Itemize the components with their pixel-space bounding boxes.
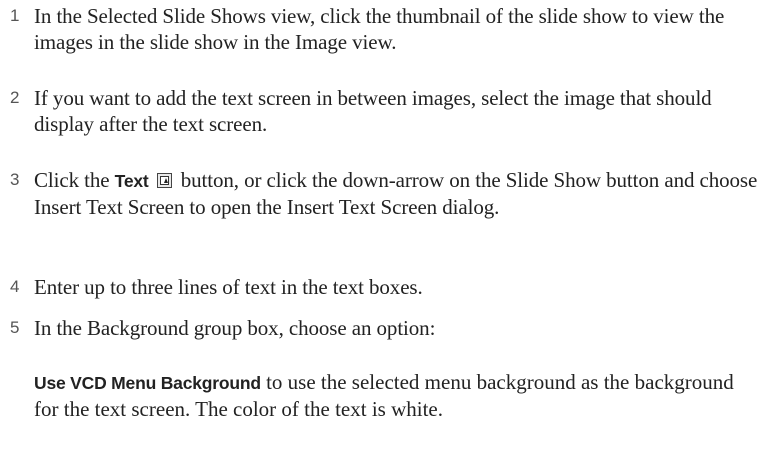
text-button-label: Text bbox=[114, 171, 149, 191]
step-number: 4 bbox=[10, 277, 20, 296]
text-screen-button-icon bbox=[156, 173, 172, 188]
step-number: 5 bbox=[10, 318, 20, 337]
document-page: 1 In the Selected Slide Shows view, clic… bbox=[0, 0, 769, 451]
step-text: If you want to add the text screen in be… bbox=[34, 86, 712, 136]
background-option-description: Use VCD Menu Background to use the selec… bbox=[34, 369, 759, 422]
step-text-prefix: Click the bbox=[34, 168, 115, 192]
step-text: In the Selected Slide Shows view, click … bbox=[34, 4, 725, 54]
step-text: In the Background group box, choose an o… bbox=[34, 316, 436, 340]
step-number: 3 bbox=[10, 170, 20, 189]
step-number: 2 bbox=[10, 88, 20, 107]
option-name: Use VCD Menu Background bbox=[34, 373, 261, 393]
step-number: 1 bbox=[10, 6, 20, 25]
step-text: Enter up to three lines of text in the t… bbox=[34, 275, 423, 299]
step-text: Click the Text button, or click the down… bbox=[34, 167, 759, 220]
